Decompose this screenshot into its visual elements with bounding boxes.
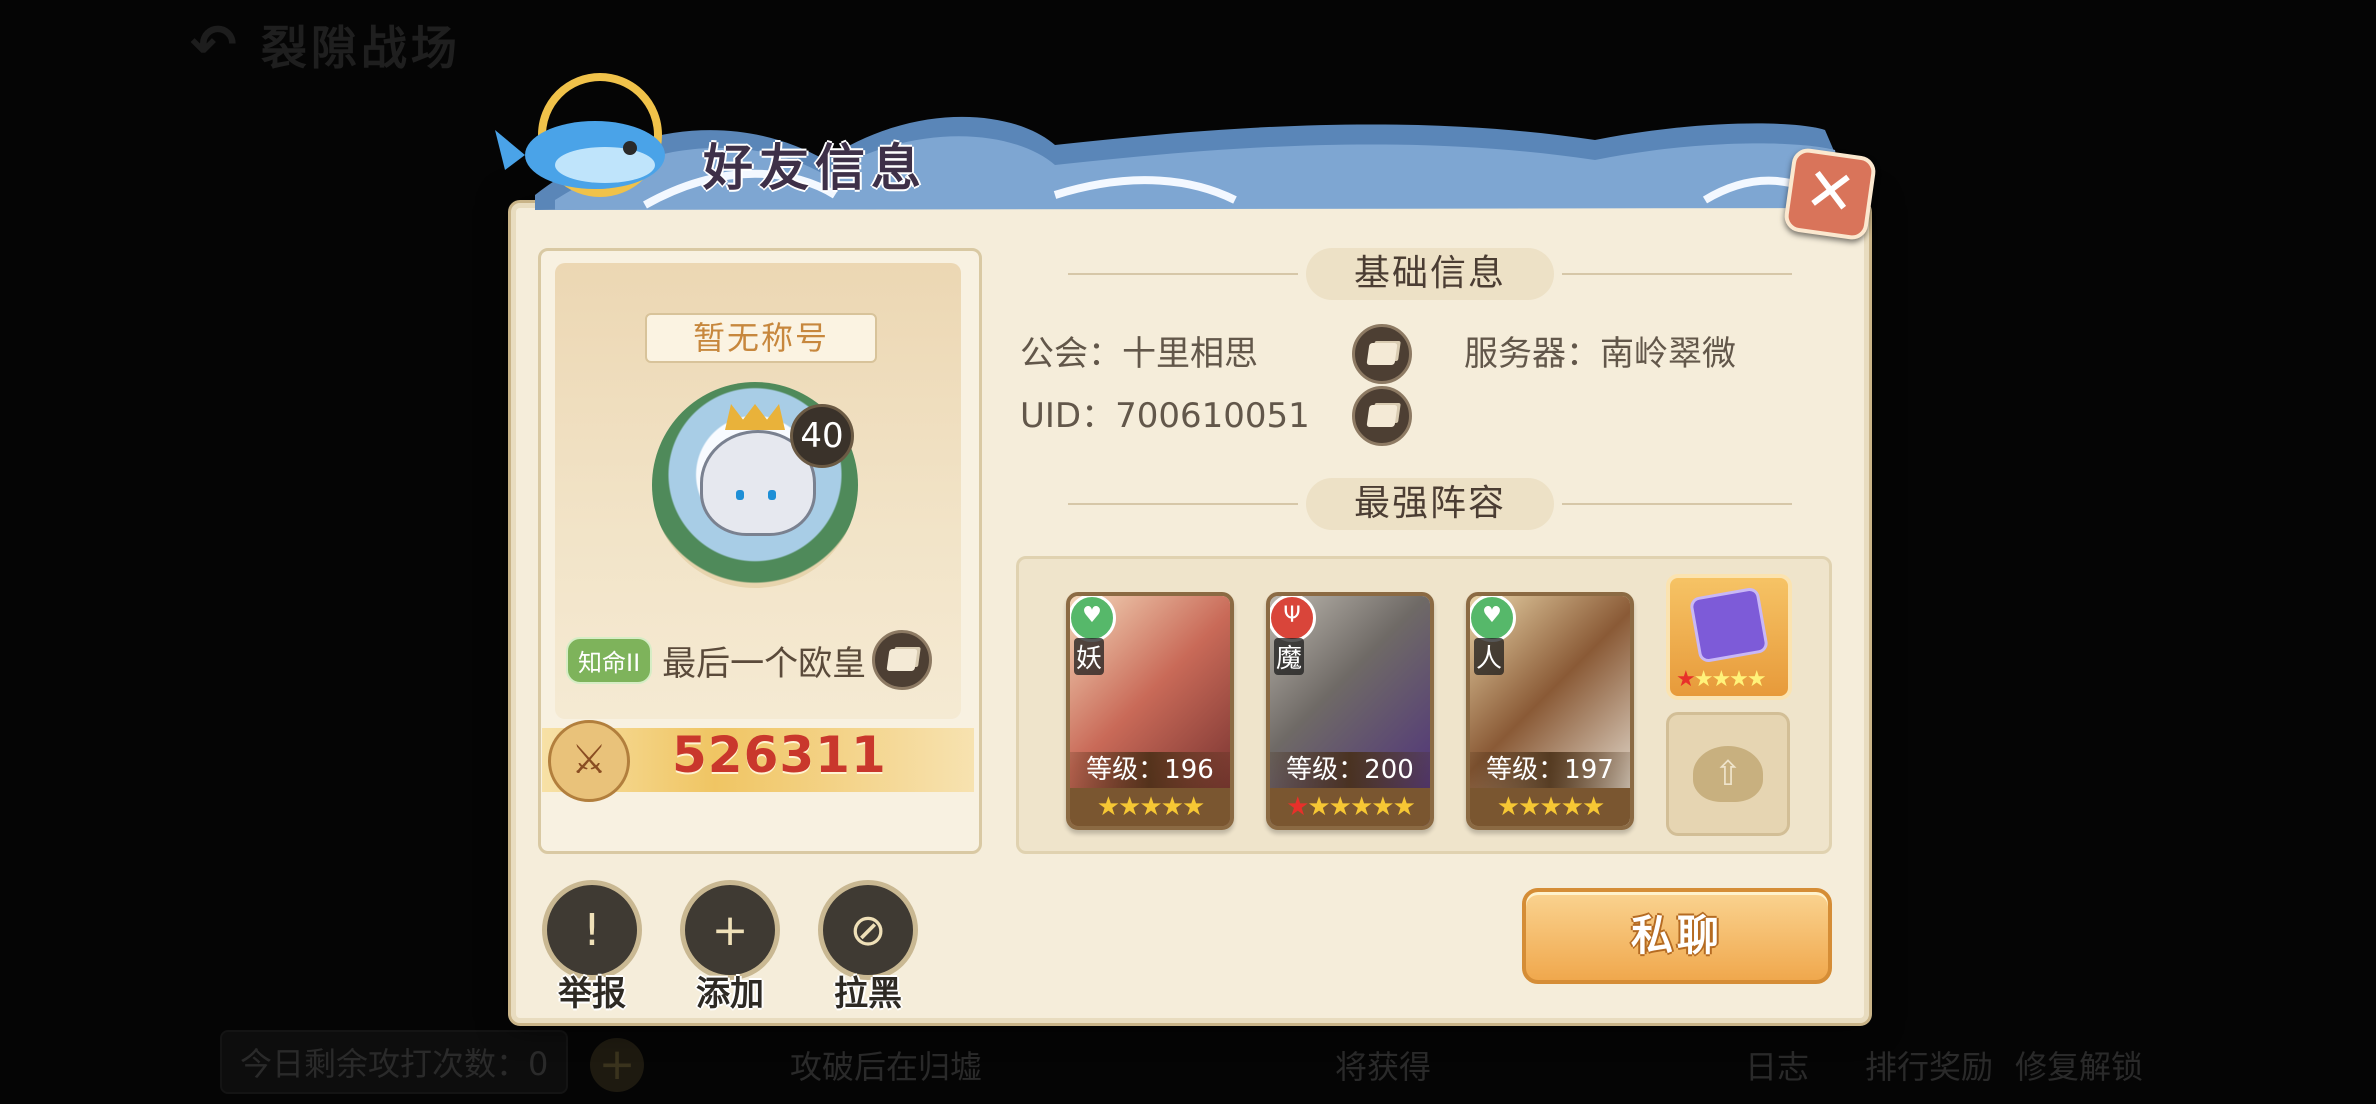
hero-card[interactable]: ♥ 妖 等级：196 ★★★★★ [1066,592,1234,830]
block-button[interactable]: ⊘ 拉黑 [818,880,918,1015]
player-name: 最后一个欧皇 [662,643,867,684]
rank-reward-button[interactable]: 排行奖励 [1865,1030,1993,1100]
pet-empty-icon [1693,746,1763,802]
avatar-eyes [736,490,776,500]
report-button[interactable]: ! 举报 [542,880,642,1015]
reward-hint-left: 攻破后在归墟 [790,1048,983,1086]
hero-stars: ★★★★★★ [1270,788,1430,826]
combat-power-icon: ⚔ [548,720,630,802]
hero-stars: ★★★★★ [1470,788,1630,826]
heart-icon: ♥ [1070,596,1116,642]
artifact-stars: ★★★★★ [1676,667,1767,692]
whale-mascot-icon [495,73,665,197]
trident-icon: Ψ [1270,596,1316,642]
add-attempts-icon[interactable]: + [590,1038,644,1092]
artifact-icon [1688,586,1770,664]
hero-race: 魔 [1274,638,1304,675]
copy-guild-icon[interactable] [1352,324,1412,384]
remaining-attacks: 今日剩余攻打次数：0 [220,1030,569,1094]
hero-card[interactable]: Ψ 魔 等级：200 ★★★★★★ [1266,592,1434,830]
player-name-row: 知命II 最后一个欧皇 [566,630,954,690]
hero-stars: ★★★★★ [1070,788,1230,826]
close-icon: ✕ [1800,153,1861,231]
hero-level: 等级：196 [1070,752,1230,788]
block-label: 拉黑 [834,974,902,1014]
rank-badge: 知命II [566,636,653,684]
hero-level: 等级：200 [1270,752,1430,788]
heart-icon: ♥ [1470,596,1516,642]
repair-unlock-button[interactable]: 修复解锁 [2015,1030,2143,1100]
hero-race: 妖 [1074,638,1104,675]
copy-uid-icon[interactable] [1352,386,1412,446]
add-friend-button[interactable]: + 添加 [680,880,780,1015]
close-button[interactable]: ✕ [1782,146,1878,242]
screen-title: 裂隙战场 [260,21,461,75]
lineup-header: 最强阵容 [1020,478,1840,530]
private-chat-button[interactable]: 私聊 [1522,888,1832,984]
back-arrow-icon[interactable]: ↶ [190,13,241,78]
basic-info-title: 基础信息 [1305,248,1554,300]
hero-race: 人 [1474,638,1504,675]
shield-alert-icon: ! [542,880,642,980]
add-label: 添加 [696,974,764,1014]
guild-label: 公会：十里相思 [1020,334,1258,374]
player-title: 暂无称号 [645,313,877,363]
screen-header: ↶ 裂隙战场 [190,10,461,80]
copy-name-icon[interactable] [872,630,933,690]
player-level-badge: 40 [790,404,854,468]
add-user-icon: + [680,880,780,980]
dialog-title: 好友信息 [703,139,927,197]
hero-card[interactable]: ♥ 人 等级：197 ★★★★★ [1466,592,1634,830]
pet-slot[interactable] [1666,712,1790,836]
uid-label: UID：700610051 [1020,396,1310,436]
basic-info-header: 基础信息 [1020,248,1840,300]
reward-hint-right: 将获得 [1335,1048,1432,1086]
log-button[interactable]: 日志 [1745,1030,1809,1100]
server-label: 服务器：南岭翠微 [1464,334,1736,374]
lineup-title: 最强阵容 [1305,478,1554,530]
artifact-slot[interactable]: ★★★★★ [1666,574,1792,700]
report-label: 举报 [558,974,626,1014]
block-user-icon: ⊘ [818,880,918,980]
combat-power-value: 526311 [672,726,887,784]
hero-level: 等级：197 [1470,752,1630,788]
